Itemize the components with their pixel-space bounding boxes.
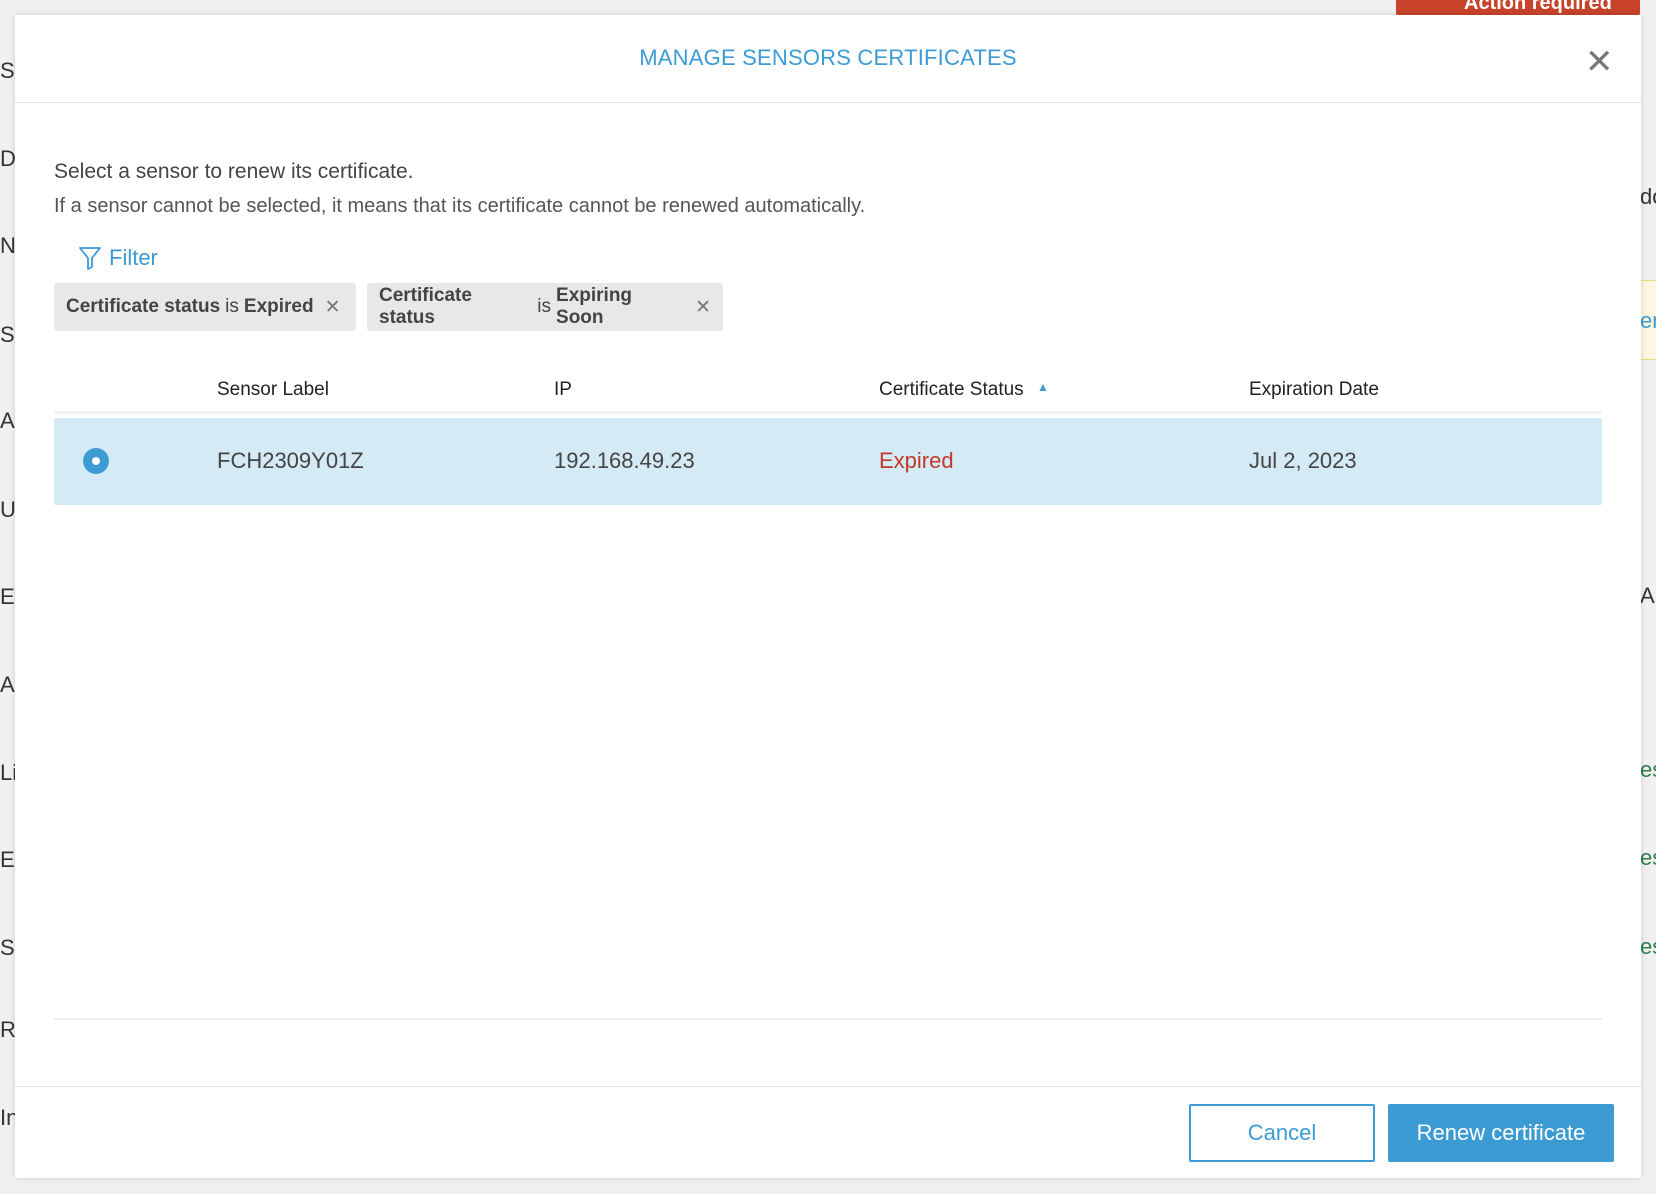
chip-field: Certificate status: [379, 285, 472, 328]
column-header-sensor-label[interactable]: Sensor Label: [217, 379, 329, 401]
renew-certificate-button[interactable]: Renew certificate: [1388, 1104, 1614, 1162]
manage-certificates-modal: MANAGE SENSORS CERTIFICATES ✕ Select a s…: [15, 15, 1641, 1178]
action-required-badge[interactable]: Action required: [1396, 0, 1640, 16]
sort-ascending-icon: ▲: [1036, 380, 1049, 394]
column-header-expiration-date[interactable]: Expiration Date: [1249, 379, 1379, 401]
bg-text: do: [1640, 184, 1656, 209]
bg-text: U: [0, 497, 16, 522]
close-icon[interactable]: ✕: [1585, 45, 1614, 79]
column-header-ip[interactable]: IP: [554, 379, 572, 401]
status-cell: Expired: [879, 448, 954, 473]
modal-title: MANAGE SENSORS CERTIFICATES: [639, 45, 1017, 70]
chip-field: Certificate status: [66, 296, 221, 317]
bg-text: es: [1640, 845, 1656, 870]
filter-button[interactable]: Filter: [79, 245, 158, 271]
divider: [15, 102, 1641, 103]
chip-value: Expiring Soon: [556, 285, 633, 328]
table-bottom-divider: [54, 1018, 1602, 1020]
filter-chip-expiring-soon: Certificate status is Expiring Soon ✕: [367, 283, 723, 331]
instruction-text: Select a sensor to renew its certificate…: [54, 160, 414, 183]
remove-chip-icon[interactable]: ✕: [695, 296, 711, 319]
bg-text: N: [0, 233, 16, 258]
remove-chip-icon[interactable]: ✕: [325, 296, 341, 319]
bg-text: es: [1640, 757, 1656, 782]
chip-value: Expired: [243, 296, 314, 317]
bg-text: A: [0, 408, 15, 433]
chip-op: is: [537, 296, 552, 317]
column-header-certificate-status[interactable]: Certificate Status ▲: [879, 379, 1049, 401]
bg-text: er: [1640, 308, 1656, 333]
bg-text: A: [1640, 583, 1655, 608]
ip-cell: 192.168.49.23: [554, 448, 695, 473]
column-header-label: Certificate Status: [879, 379, 1024, 400]
note-text: If a sensor cannot be selected, it means…: [54, 195, 866, 217]
bg-text: es: [1640, 934, 1656, 959]
expiration-cell: Jul 2, 2023: [1249, 448, 1357, 473]
bg-text: D: [0, 146, 16, 171]
footer-divider: [15, 1086, 1641, 1087]
sensor-label-cell: FCH2309Y01Z: [217, 448, 364, 473]
table-row[interactable]: FCH2309Y01Z 192.168.49.23 Expired Jul 2,…: [54, 418, 1602, 505]
cancel-button[interactable]: Cancel: [1189, 1104, 1375, 1162]
filter-label: Filter: [109, 245, 158, 270]
chip-op: is: [225, 296, 239, 317]
filter-icon: [79, 247, 101, 270]
filter-chip-expired: Certificate status is Expired ✕: [54, 283, 356, 331]
bg-text: A: [0, 672, 15, 697]
header-divider: [54, 411, 1602, 416]
row-radio-selected[interactable]: [83, 448, 109, 474]
